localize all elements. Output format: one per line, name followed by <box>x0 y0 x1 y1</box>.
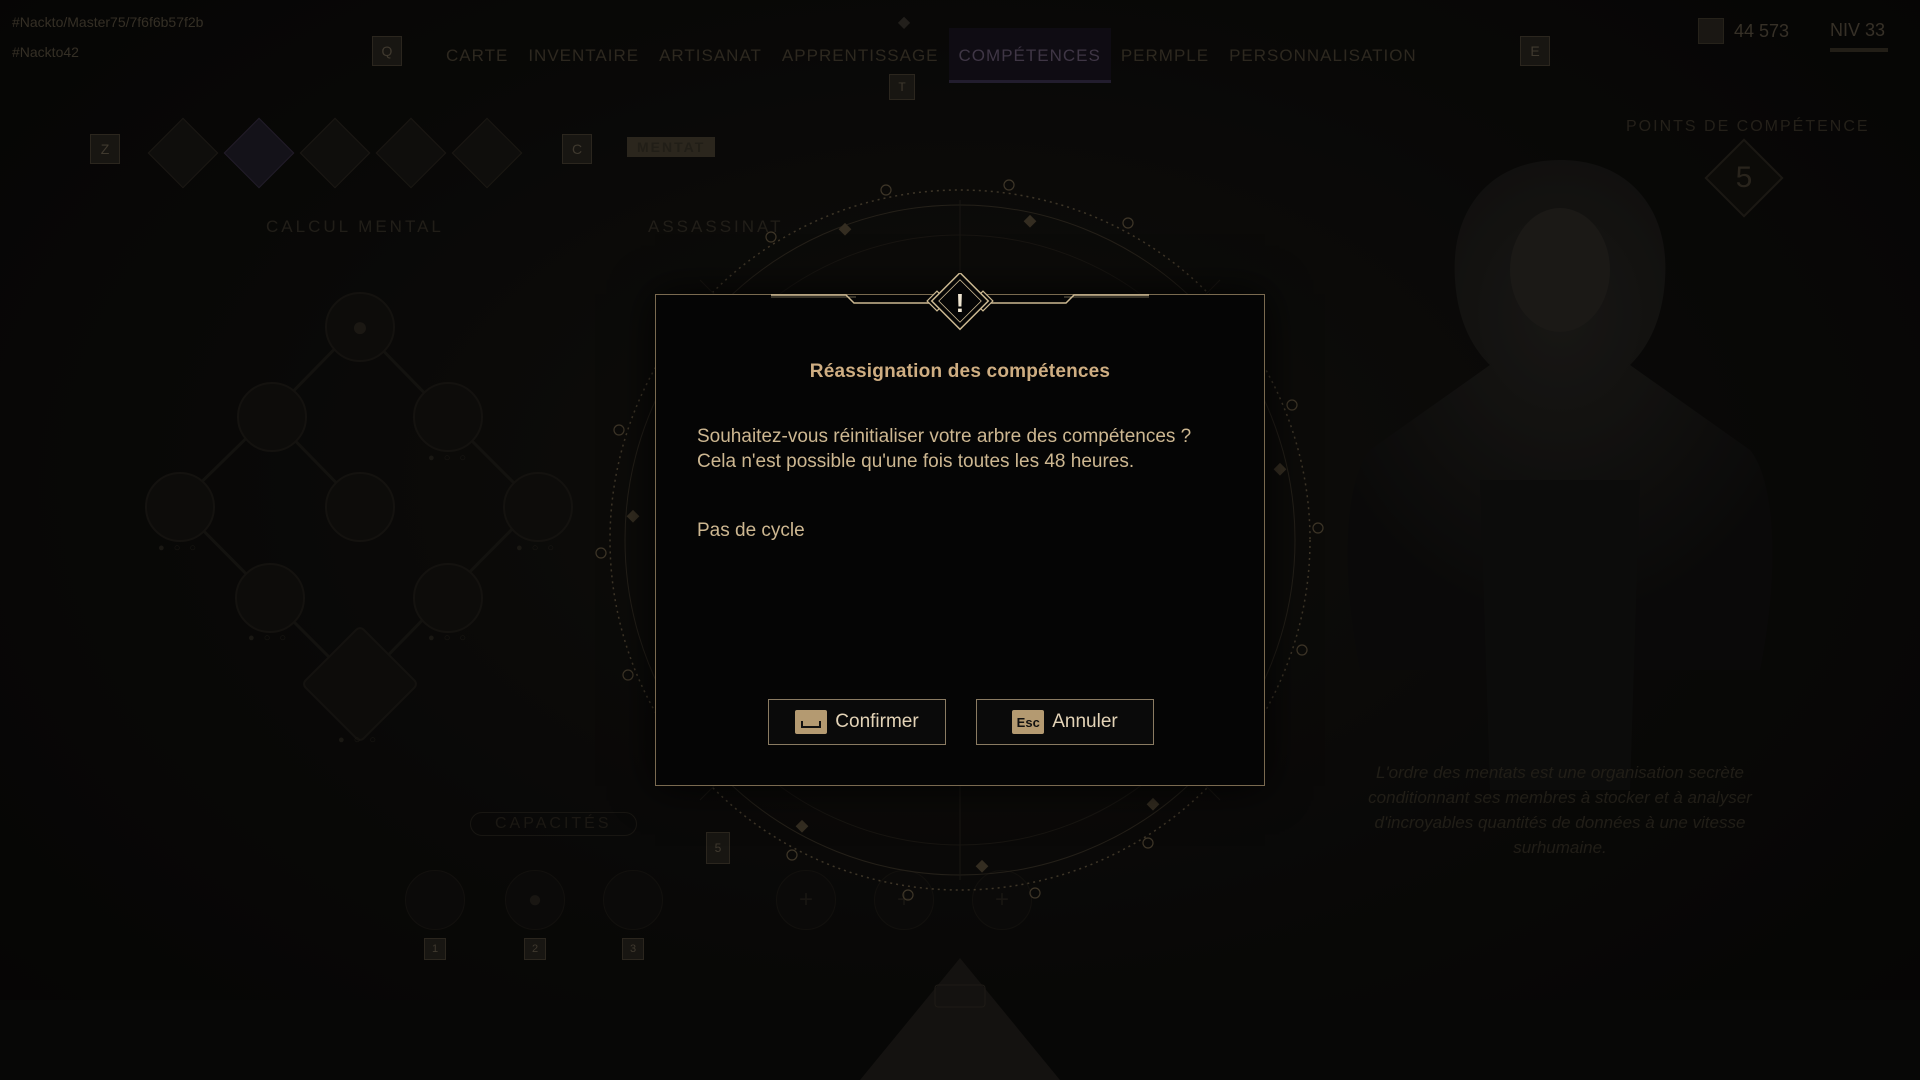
game-screen: #Nackto/Master75/7f6f6b57f2b #Nackto42 Q… <box>0 0 1920 1080</box>
cancel-button[interactable]: Esc Annuler <box>976 699 1154 745</box>
dialog-title: Réassignation des compétences <box>809 361 1111 382</box>
warning-diamond-icon: ! <box>955 288 965 318</box>
dialog-message: Souhaitez-vous réinitialiser votre arbre… <box>697 426 1192 472</box>
reset-skills-dialog: ! Réassignation des compétences Souhaite… <box>655 273 1265 786</box>
cancel-label: Annuler <box>1052 711 1118 732</box>
confirm-label: Confirmer <box>835 711 919 732</box>
esc-key-icon: Esc <box>1012 710 1045 734</box>
spacebar-key-icon <box>795 710 828 734</box>
confirm-button[interactable]: Confirmer <box>768 699 946 745</box>
cooldown-status: Pas de cycle <box>697 520 805 541</box>
